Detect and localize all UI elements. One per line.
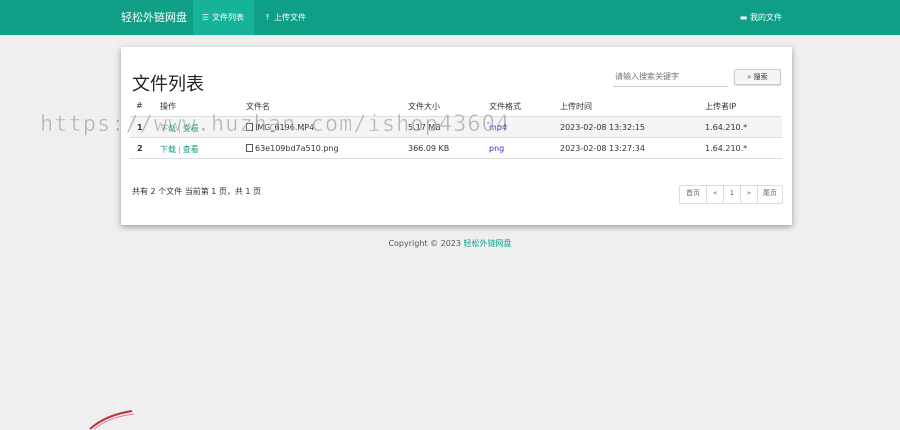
- col-header-format: 文件格式: [489, 102, 521, 111]
- row-uploader-ip: 1.64.210.*: [705, 144, 748, 153]
- pagination-last[interactable]: 尾页: [758, 186, 782, 203]
- col-header-actions: 操作: [160, 102, 176, 111]
- col-header-ip: 上传者IP: [705, 102, 737, 111]
- nav-upload-label: 上传文件: [274, 13, 306, 22]
- search-button-label: 搜索: [753, 73, 768, 81]
- row-format: png: [489, 144, 505, 153]
- pagination-next[interactable]: »: [741, 186, 758, 203]
- col-header-filename: 文件名: [246, 102, 270, 111]
- nav-file-list[interactable]: ☰ 文件列表: [193, 0, 254, 35]
- search-icon: ⌕: [747, 73, 752, 81]
- col-header-size: 文件大小: [408, 102, 440, 111]
- footer: Copyright © 2023 轻松外链网盘: [0, 238, 900, 249]
- watermark-text: https://www.huzhan.com/ishop43604: [40, 112, 511, 138]
- top-navbar: 轻松外链网盘 ☰ 文件列表 ⤒ 上传文件 ▬ 我的文件: [0, 0, 900, 35]
- pagination-first[interactable]: 首页: [680, 186, 707, 203]
- image-file-icon: [246, 144, 253, 152]
- download-link[interactable]: 下载: [160, 145, 176, 154]
- table-row: 2 下载 | 查看 63e109bd7a510.png 366.09 KB png …: [130, 138, 782, 159]
- row-size: 366.09 KB: [408, 144, 450, 153]
- col-header-time: 上传时间: [560, 102, 592, 111]
- col-header-index: #: [136, 101, 143, 110]
- row-index: 2: [137, 144, 143, 153]
- filename-text: 63e109bd7a510.png: [255, 144, 339, 153]
- view-link[interactable]: 查看: [183, 145, 199, 154]
- row-upload-time: 2023-02-08 13:32:15: [560, 123, 645, 132]
- pagination: 首页 « 1 » 尾页: [679, 185, 783, 204]
- nav-upload[interactable]: ⤒ 上传文件: [255, 0, 317, 35]
- list-icon: ☰: [201, 13, 210, 22]
- nav-file-list-label: 文件列表: [212, 13, 244, 22]
- row-filename: 63e109bd7a510.png: [246, 144, 339, 153]
- nav-my-files-label: 我的文件: [750, 13, 782, 22]
- upload-icon: ⤒: [265, 13, 270, 22]
- search-input[interactable]: [613, 67, 728, 87]
- page-summary: 共有 2 个文件 当前第 1 页，共 1 页: [132, 187, 262, 196]
- row-upload-time: 2023-02-08 13:27:34: [560, 144, 645, 153]
- action-separator: |: [178, 145, 181, 154]
- pagination-prev[interactable]: «: [707, 186, 724, 203]
- footer-site-link[interactable]: 轻松外链网盘: [464, 239, 512, 248]
- pagination-page-1[interactable]: 1: [724, 186, 741, 203]
- copyright-text: Copyright © 2023: [388, 239, 464, 248]
- nav-my-files[interactable]: ▬ 我的文件: [731, 0, 791, 35]
- row-uploader-ip: 1.64.210.*: [705, 123, 748, 132]
- folder-icon: ▬: [739, 13, 748, 22]
- row-actions: 下载 | 查看: [160, 144, 199, 155]
- search-button[interactable]: ⌕ 搜索: [734, 69, 781, 85]
- cursor-scribble: [89, 410, 135, 430]
- brand-logo[interactable]: 轻松外链网盘: [121, 0, 187, 35]
- page-title: 文件列表: [132, 74, 204, 95]
